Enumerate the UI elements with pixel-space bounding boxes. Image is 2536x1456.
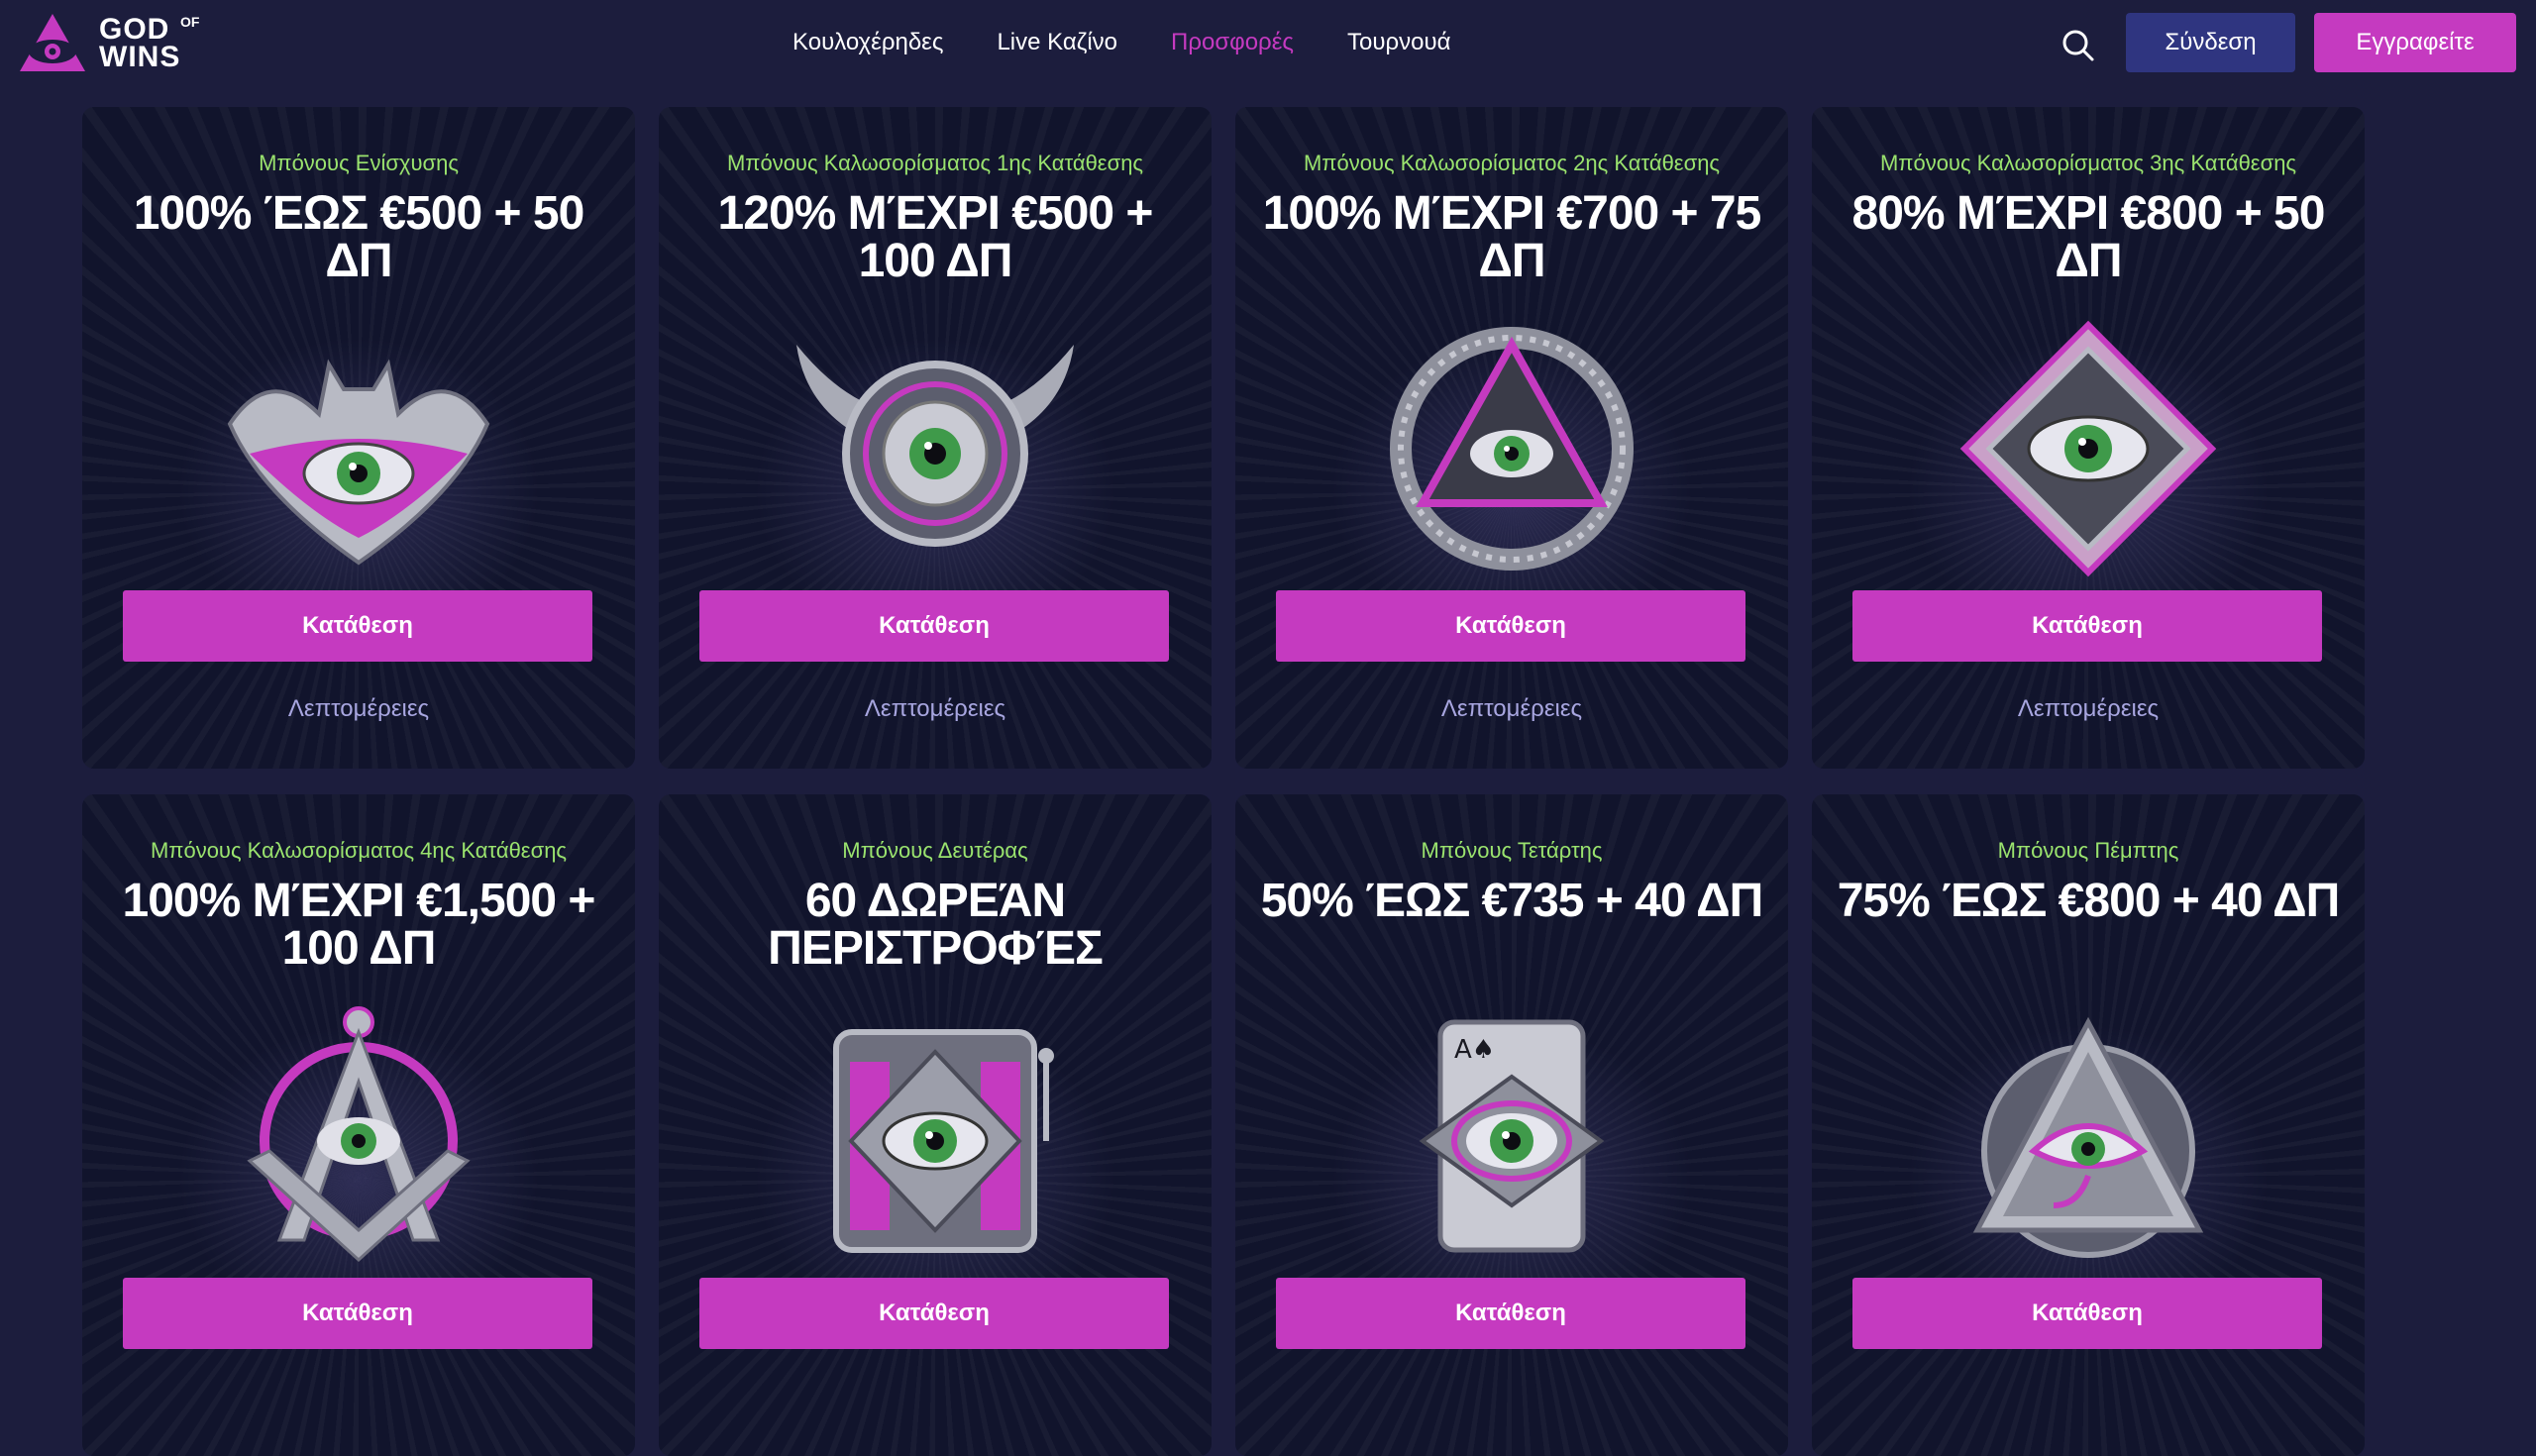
bonus-title: 75% ΈΩΣ €800 + 40 ΔΠ bbox=[1837, 875, 2341, 927]
bonus-title: 100% ΈΩΣ €500 + 50 ΔΠ bbox=[133, 187, 585, 287]
bonus-title: 120% ΜΈΧΡΙ €500 + 100 ΔΠ bbox=[717, 187, 1154, 287]
bonus-title: 60 ΔΩΡΕΆΝ ΠΕΡΙΣΤΡΟΦΈΣ bbox=[768, 875, 1104, 975]
site-logo[interactable]: GOD OF WINS bbox=[18, 10, 218, 75]
bonus-label: Μπόνους Καλωσορίσματος 4ης Κατάθεσης bbox=[150, 838, 568, 863]
promo-card: Μπόνους Καλωσορίσματος 4ης Κατάθεσης 100… bbox=[82, 794, 635, 1456]
bonus-label: Μπόνους Καλωσορίσματος 3ης Κατάθεσης bbox=[1879, 151, 2297, 175]
promo-card: Μπόνους Καλωσορίσματος 1ης Κατάθεσης 120… bbox=[659, 107, 1212, 769]
search-icon bbox=[2062, 30, 2094, 61]
search-button[interactable] bbox=[2059, 26, 2098, 65]
bonus-label: Μπόνους Καλωσορίσματος 2ης Κατάθεσης bbox=[1303, 151, 1721, 175]
deposit-button[interactable]: Κατάθεση bbox=[699, 590, 1169, 662]
eye-triangle-logo-icon bbox=[20, 14, 85, 71]
details-link[interactable]: Λεπτομέρειες bbox=[82, 695, 635, 723]
bonus-title: 50% ΈΩΣ €735 + 40 ΔΠ bbox=[1260, 875, 1764, 927]
svg-text:A♠: A♠ bbox=[1454, 1035, 1495, 1065]
promo-card: Μπόνους Τετάρτης 50% ΈΩΣ €735 + 40 ΔΠ A♠… bbox=[1235, 794, 1788, 1456]
promo-card: Μπόνους Καλωσορίσματος 2ης Κατάθεσης 100… bbox=[1235, 107, 1788, 769]
promo-card: Μπόνους Δευτέρας 60 ΔΩΡΕΆΝ ΠΕΡΙΣΤΡΟΦΈΣ Κ… bbox=[659, 794, 1212, 1456]
slot-machine-eye-emblem-icon bbox=[787, 992, 1084, 1270]
batman-eye-emblem-icon bbox=[210, 305, 507, 582]
details-link[interactable]: Λεπτομέρειες bbox=[659, 695, 1212, 723]
bonus-title: 100% ΜΈΧΡΙ €700 + 75 ΔΠ bbox=[1262, 187, 1762, 287]
deposit-button[interactable]: Κατάθεση bbox=[1852, 590, 2322, 662]
snake-pyramid-eye-emblem-icon bbox=[1363, 305, 1660, 582]
compass-square-eye-emblem-icon bbox=[210, 992, 507, 1270]
deposit-button[interactable]: Κατάθεση bbox=[699, 1278, 1169, 1349]
playing-card-eye-emblem-icon: A♠ bbox=[1363, 992, 1660, 1270]
nav-promotions[interactable]: Προσφορές bbox=[1171, 29, 1294, 56]
nav-live-casino[interactable]: Live Καζίνο bbox=[997, 29, 1117, 56]
deposit-button[interactable]: Κατάθεση bbox=[1276, 1278, 1745, 1349]
diamond-eye-emblem-icon bbox=[1940, 305, 2237, 582]
site-header: GOD OF WINS Κουλοχέρηδες Live Καζίνο Προ… bbox=[0, 0, 2536, 85]
promo-card: Μπόνους Πέμπτης 75% ΈΩΣ €800 + 40 ΔΠ Κατ… bbox=[1812, 794, 2365, 1456]
details-link[interactable]: Λεπτομέρειες bbox=[1812, 695, 2365, 723]
logo-wordmark: GOD OF WINS bbox=[99, 13, 218, 72]
nav-slots[interactable]: Κουλοχέρηδες bbox=[792, 29, 943, 56]
bonus-title: 80% ΜΈΧΡΙ €800 + 50 ΔΠ bbox=[1851, 187, 2326, 287]
deposit-button[interactable]: Κατάθεση bbox=[123, 590, 592, 662]
bonus-label: Μπόνους Δευτέρας bbox=[842, 838, 1028, 863]
promo-card: Μπόνους Καλωσορίσματος 3ης Κατάθεσης 80%… bbox=[1812, 107, 2365, 769]
bonus-label: Μπόνους Ενίσχυσης bbox=[259, 151, 459, 175]
deposit-button[interactable]: Κατάθεση bbox=[1852, 1278, 2322, 1349]
main-nav: Κουλοχέρηδες Live Καζίνο Προσφορές Τουρν… bbox=[792, 0, 1504, 85]
deposit-button[interactable]: Κατάθεση bbox=[1276, 590, 1745, 662]
logo-of-text: OF bbox=[180, 14, 200, 30]
logo-wins-text: WINS bbox=[99, 41, 181, 73]
promo-card: Μπόνους Ενίσχυσης 100% ΈΩΣ €500 + 50 ΔΠ … bbox=[82, 107, 635, 769]
bonus-label: Μπόνους Καλωσορίσματος 1ης Κατάθεσης bbox=[726, 151, 1144, 175]
signup-button[interactable]: Εγγραφείτε bbox=[2314, 13, 2516, 72]
bonus-label: Μπόνους Πέμπτης bbox=[1997, 838, 2179, 863]
bonus-label: Μπόνους Τετάρτης bbox=[1421, 838, 1603, 863]
deposit-button[interactable]: Κατάθεση bbox=[123, 1278, 592, 1349]
login-button[interactable]: Σύνδεση bbox=[2126, 13, 2295, 72]
details-link[interactable]: Λεπτομέρειες bbox=[1235, 695, 1788, 723]
pyramid-eye-of-ra-emblem-icon bbox=[1940, 992, 2237, 1270]
winged-eye-emblem-icon bbox=[787, 305, 1084, 582]
bonus-title: 100% ΜΈΧΡΙ €1,500 + 100 ΔΠ bbox=[122, 875, 596, 975]
nav-tournaments[interactable]: Τουρνουά bbox=[1347, 29, 1451, 56]
